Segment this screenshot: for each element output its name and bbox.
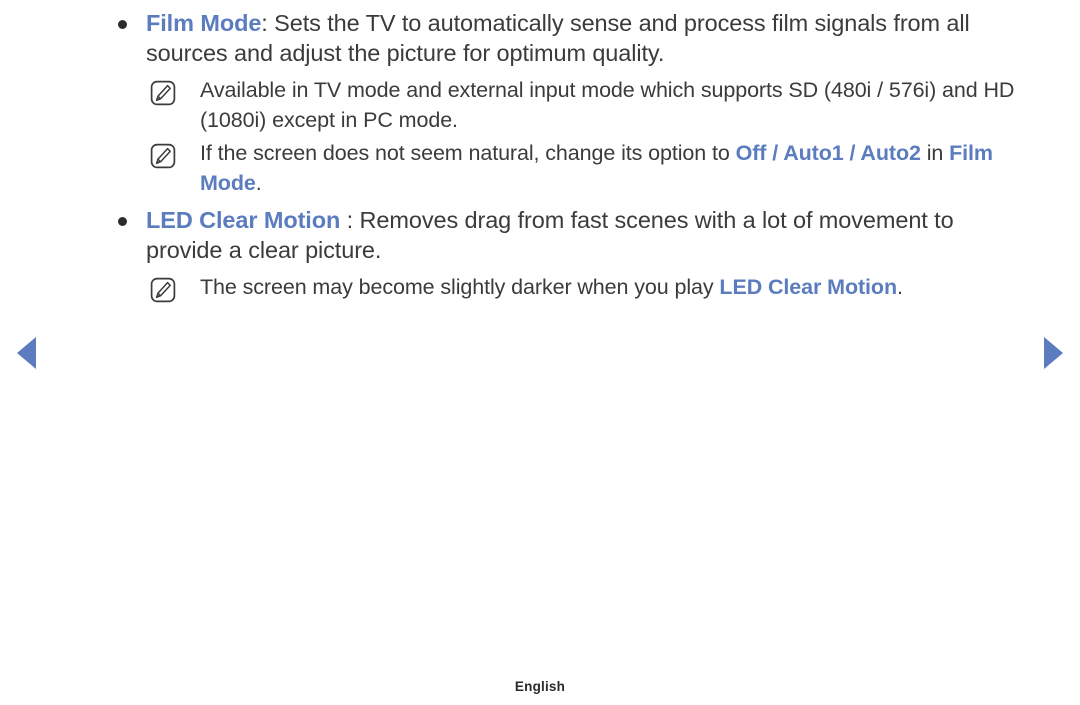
note-pencil-icon [150,277,176,303]
note-text-tail: . [255,171,262,195]
note-item-availability: Available in TV mode and external input … [112,75,1022,135]
note-item-screen-natural: If the screen does not seem natural, cha… [112,138,1022,198]
language-footer: English [514,679,566,694]
note-text-lead: The screen may become slightly darker wh… [200,275,720,299]
option-values-film-mode: Off / Auto1 / Auto2 [735,141,921,165]
menu-ref-led-clear-motion: LED Clear Motion [719,275,897,299]
note-text-mid: in [920,141,950,165]
bullet-item-led-clear-motion: LED Clear Motion : Removes drag from fas… [112,205,1022,265]
description-film-mode: : Sets the TV to automatically sense and… [146,10,970,66]
term-film-mode: Film Mode [146,10,262,36]
emanual-page: Film Mode: Sets the TV to automatically … [0,0,1080,705]
note-item-darker-screen: The screen may become slightly darker wh… [112,272,1022,303]
bullet-dot-icon [118,20,127,29]
bullet-item-film-mode: Film Mode: Sets the TV to automatically … [112,8,1022,68]
bullet-dot-icon [118,217,127,226]
content-body: Film Mode: Sets the TV to automatically … [112,8,1022,303]
triangle-right-icon[interactable] [1044,337,1063,369]
triangle-left-icon[interactable] [17,337,36,369]
note-pencil-icon [150,80,176,106]
note-text-tail: . [897,275,903,299]
term-led-clear-motion: LED Clear Motion [146,207,341,233]
note-text-lead: If the screen does not seem natural, cha… [200,141,736,165]
note-text-availability: Available in TV mode and external input … [200,78,1015,132]
note-pencil-icon [150,143,176,169]
